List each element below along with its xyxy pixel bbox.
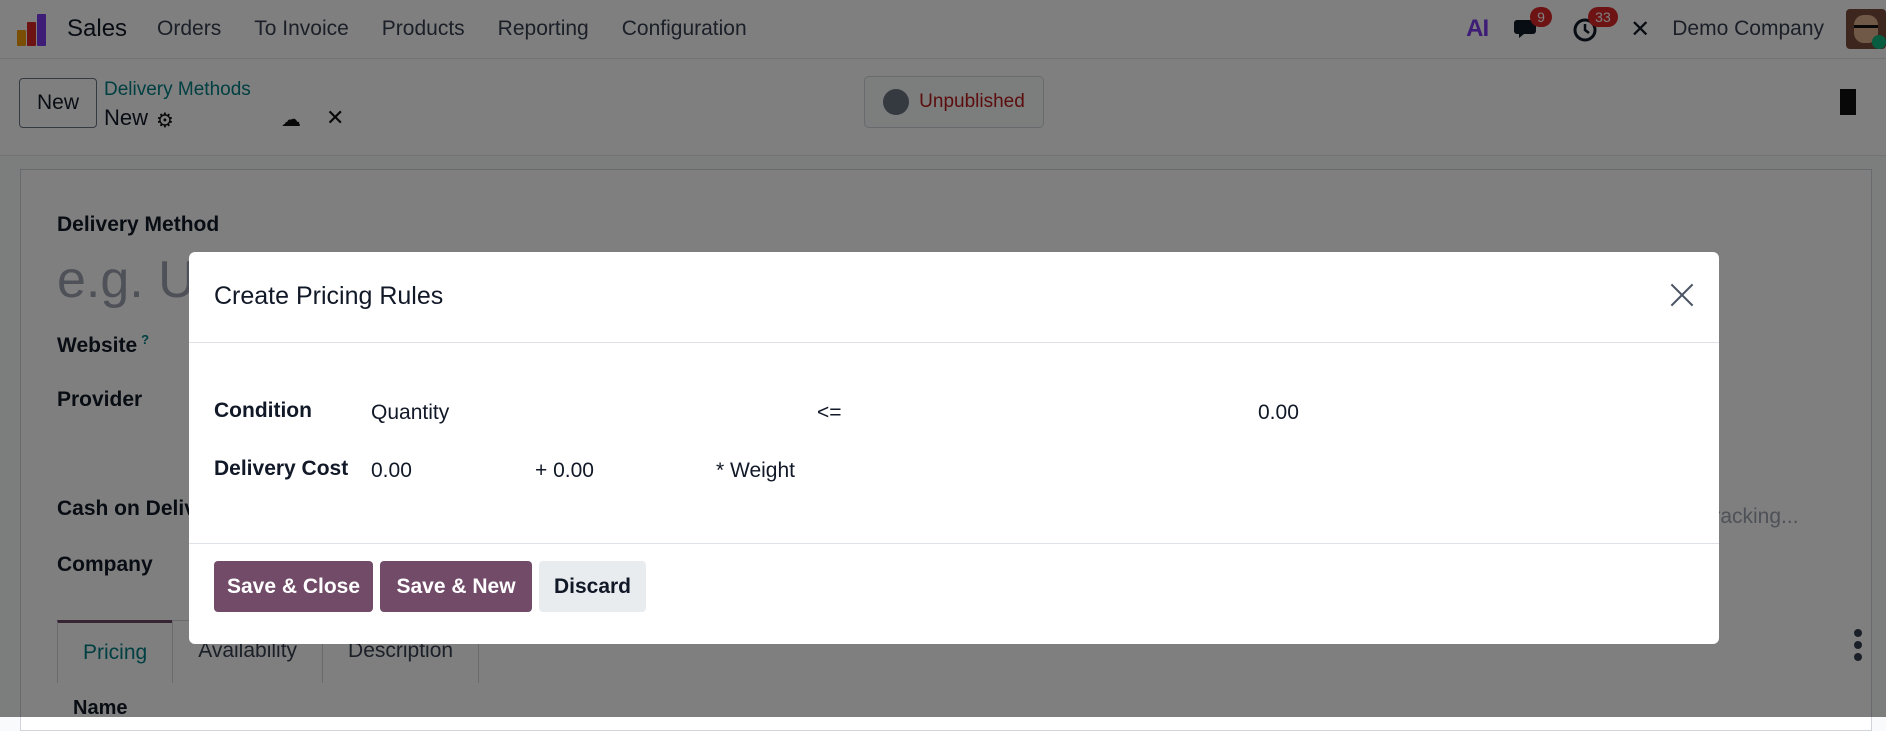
condition-label: Condition <box>214 399 312 422</box>
cost-fixed-input[interactable]: 0.00 <box>371 459 412 483</box>
delivery-cost-label: Delivery Cost <box>214 457 349 480</box>
create-pricing-rules-dialog: Create Pricing Rules Condition Quantity … <box>189 252 1719 644</box>
cost-factor-input[interactable]: + 0.00 <box>535 459 594 483</box>
cost-variable-select[interactable]: * Weight <box>716 459 795 483</box>
close-icon[interactable] <box>1667 280 1697 310</box>
modal-title: Create Pricing Rules <box>214 282 444 310</box>
discard-button[interactable]: Discard <box>539 561 646 612</box>
modal-header: Create Pricing Rules <box>189 252 1719 343</box>
condition-value-input[interactable]: 0.00 <box>1258 401 1299 425</box>
condition-operator-select[interactable]: <= <box>817 401 842 425</box>
save-new-button[interactable]: Save & New <box>380 561 532 612</box>
modal-body: Condition Quantity <= 0.00 Delivery Cost… <box>189 343 1719 544</box>
condition-variable-select[interactable]: Quantity <box>371 401 449 425</box>
modal-footer: Save & Close Save & New Discard <box>189 544 1719 644</box>
save-close-button[interactable]: Save & Close <box>214 561 373 612</box>
